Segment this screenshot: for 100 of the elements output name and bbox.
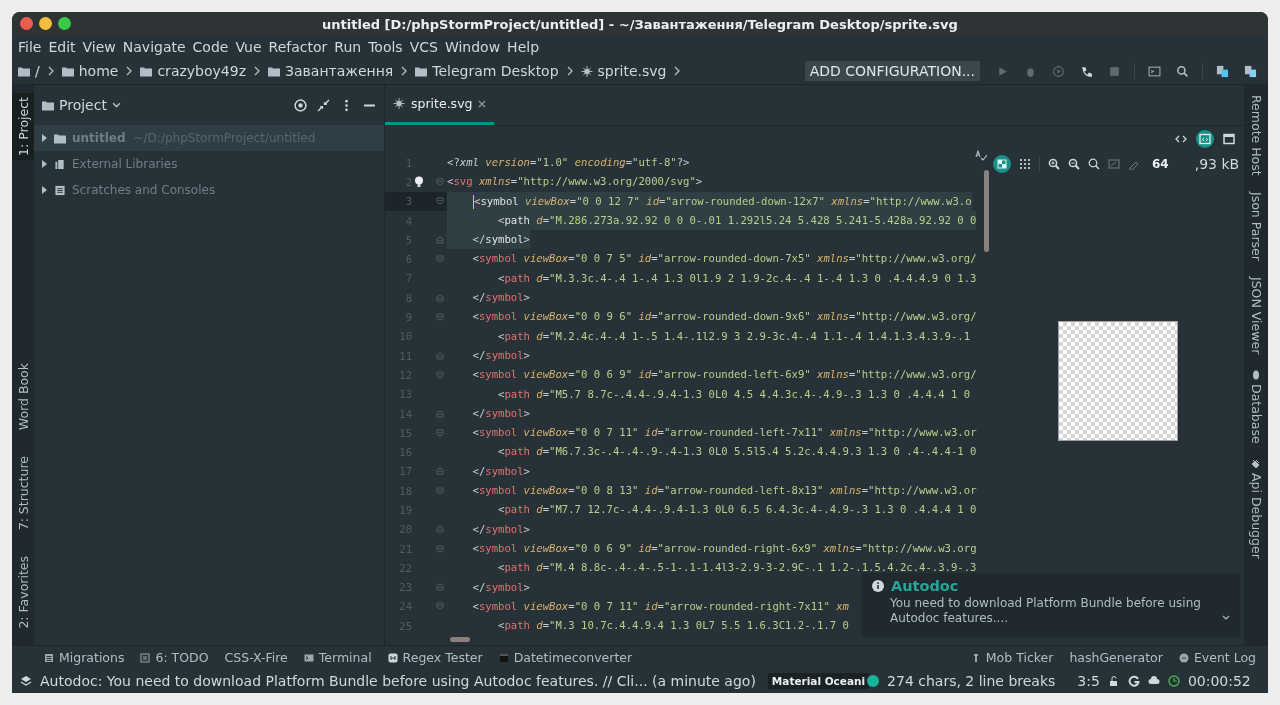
tool-window-button[interactable]: 6: TODO [140, 650, 209, 665]
fold-marker-icon[interactable] [436, 409, 444, 418]
lightbulb-icon[interactable] [414, 175, 424, 188]
fold-marker-icon[interactable] [436, 255, 444, 264]
code-line: <path d="M.3.3c.4-.4 1-.4 1.3 0l1.9 2 1.9-2c.4-.4 1-.4 1.3 0 .4.4.4.9 0 1.3 [497, 270, 977, 286]
scrollbar-thumb[interactable] [450, 637, 470, 642]
menu-item[interactable]: Run [334, 39, 362, 55]
tool-window-button[interactable]: CSS-X-Fire [224, 650, 288, 665]
scrollbar-thumb[interactable] [984, 170, 989, 252]
close-icon[interactable] [478, 99, 487, 108]
breadcrumb[interactable]: crazyboy49z [140, 63, 246, 79]
menu-item[interactable]: View [82, 39, 116, 55]
tool-window-tab[interactable]: JSON Viewer [1248, 276, 1264, 354]
fold-marker-icon[interactable] [436, 486, 444, 495]
folder-icon [18, 65, 30, 77]
breadcrumb[interactable]: Завантаження [268, 63, 394, 79]
fold-marker-icon[interactable] [436, 583, 444, 592]
breadcrumb[interactable]: home [61, 63, 119, 79]
close-window-button[interactable] [20, 17, 33, 30]
cloud-icon[interactable] [1147, 675, 1160, 687]
tool-window-tab[interactable]: Word Book [12, 358, 34, 435]
terminal-icon [303, 652, 314, 663]
zoom-in-icon[interactable] [1048, 158, 1060, 170]
menu-item[interactable]: Help [507, 39, 540, 55]
phone-icon[interactable] [1080, 64, 1093, 78]
g-logo-icon[interactable] [1127, 675, 1140, 687]
collapsed-arrow-icon[interactable] [40, 134, 48, 142]
menu-item[interactable]: File [18, 39, 42, 55]
file-icon [580, 65, 593, 77]
expand-icon[interactable] [1222, 615, 1230, 621]
zoom-level: 64 [1152, 157, 1169, 171]
breadcrumb[interactable]: / [18, 63, 40, 79]
run-icon[interactable] [996, 64, 1009, 78]
fold-marker-icon[interactable] [436, 197, 444, 206]
terminal-icon[interactable] [1148, 64, 1161, 78]
fold-marker-icon[interactable] [436, 313, 444, 321]
tool-window-tab[interactable]: Remote Host [1248, 95, 1264, 176]
tool-window-tab[interactable]: 7: Structure [12, 452, 34, 535]
library-icon [54, 158, 66, 170]
tool-window-button[interactable]: Mob Ticker [970, 650, 1054, 665]
maximize-window-button[interactable] [58, 17, 71, 30]
fold-marker-icon[interactable] [436, 428, 444, 437]
files-icon[interactable] [1244, 64, 1257, 78]
fold-marker-icon[interactable] [436, 293, 444, 302]
layers-icon[interactable] [20, 675, 32, 687]
chevron-icon [674, 66, 681, 76]
collapsed-arrow-icon[interactable] [40, 160, 48, 168]
tool-window-tab[interactable]: Database [1248, 369, 1264, 444]
fold-marker-icon[interactable] [436, 235, 444, 244]
breadcrumb[interactable]: Telegram Desktop [415, 63, 559, 79]
folder-icon [61, 65, 74, 77]
tool-window-button[interactable]: Migrations [44, 650, 125, 665]
project-view-dropdown[interactable]: Project [42, 97, 121, 113]
menu-item[interactable]: Vue [235, 39, 262, 55]
menu-item[interactable]: Navigate [122, 39, 186, 55]
menu-item[interactable]: Refactor [268, 39, 328, 55]
fold-marker-icon[interactable] [436, 351, 444, 360]
collapsed-arrow-icon[interactable] [40, 186, 48, 194]
tool-window-button[interactable]: Event Log [1178, 650, 1256, 665]
spellcheck-icon[interactable] [975, 150, 987, 162]
grid-icon[interactable] [1019, 158, 1031, 170]
collapse-icon[interactable] [317, 98, 330, 112]
files-icon[interactable] [1216, 64, 1229, 78]
caret-position[interactable]: 3:5 [1077, 673, 1100, 689]
console-icon [54, 184, 66, 196]
fold-marker-icon[interactable] [436, 370, 444, 379]
menu-item[interactable]: VCS [409, 39, 438, 55]
search-icon[interactable] [1176, 64, 1189, 78]
zoom-icon[interactable] [1088, 158, 1100, 170]
tool-window-tab[interactable]: Api Debugger [1248, 459, 1264, 560]
add-configuration-button[interactable]: ADD CONFIGURATION... [804, 61, 980, 81]
split-view-icon[interactable] [1196, 130, 1214, 148]
zoom-out-icon[interactable] [1068, 158, 1080, 170]
fold-marker-icon[interactable] [436, 177, 444, 186]
target-icon[interactable] [294, 98, 307, 112]
menu-item[interactable]: Code [192, 39, 229, 55]
tree-item-label: Scratches and Consoles [72, 183, 216, 197]
tool-window-tab[interactable]: 1: Project [12, 93, 34, 160]
menu-item[interactable]: Tools [368, 39, 403, 55]
plug-icon [1251, 459, 1261, 470]
tool-window-button[interactable]: Datetimeconverter [498, 650, 633, 665]
breadcrumb[interactable]: sprite.svg [580, 63, 667, 79]
menu-item[interactable]: Edit [48, 39, 76, 55]
tool-window-tab[interactable]: Json Parser [1248, 191, 1264, 261]
stop-icon[interactable] [1108, 64, 1121, 78]
theme-badge[interactable]: Material Oceani [767, 673, 870, 689]
tool-window-tab[interactable]: 2: Favorites [12, 552, 34, 633]
fold-marker-icon[interactable] [436, 544, 444, 553]
fold-marker-icon[interactable] [436, 467, 444, 476]
fold-marker-icon[interactable] [436, 602, 444, 611]
editor-tab[interactable]: sprite.svg [385, 85, 495, 125]
menu-item[interactable]: Window [444, 39, 501, 55]
lock-icon[interactable] [1107, 675, 1120, 687]
minimize-window-button[interactable] [39, 17, 52, 30]
chessboard-toggle-icon[interactable] [993, 155, 1011, 173]
tool-window-button[interactable]: Regex Tester [387, 650, 483, 665]
tool-window-button[interactable]: hashGenerator [1069, 650, 1163, 665]
fold-marker-icon[interactable] [436, 525, 444, 534]
tool-window-button[interactable]: Terminal [303, 650, 372, 665]
status-message[interactable]: Autodoc: You need to download Platform Bundle before using Autodoc features. // Cli... (a minute ago) [40, 673, 756, 689]
